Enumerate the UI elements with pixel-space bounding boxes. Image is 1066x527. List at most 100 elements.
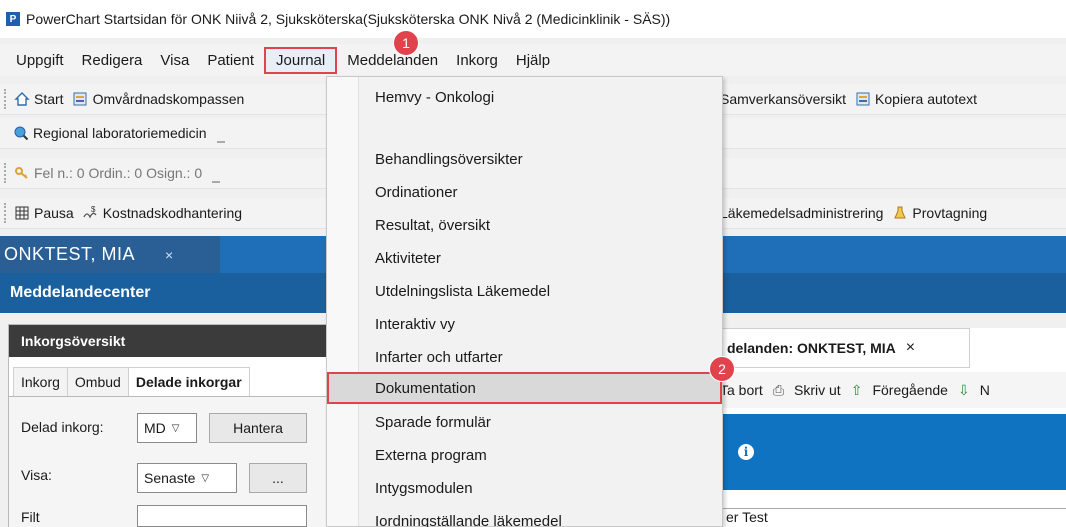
provtagning-label: Provtagning: [912, 205, 988, 221]
menu-item-hemvy-onkologi[interactable]: Hemvy - Onkologi: [327, 81, 722, 113]
status-counters[interactable]: Fel n.: 0 Ordin.: 0 Osign.: 0: [13, 165, 202, 182]
menu-patient[interactable]: Patient: [199, 48, 262, 73]
message-row[interactable]: er Test: [720, 508, 1066, 527]
printer-icon: ⎙: [772, 381, 785, 398]
tab-ombud[interactable]: Ombud: [66, 367, 129, 396]
menu-item-dokumentation[interactable]: Dokumentation: [327, 372, 722, 404]
menu-item-externa-program[interactable]: Externa program: [327, 439, 722, 471]
delad-inkorg-label: Delad inkorg:: [21, 419, 104, 435]
close-patient-tab-icon[interactable]: ×: [165, 247, 174, 263]
menu-inkorg[interactable]: Inkorg: [448, 48, 506, 73]
visa-label: Visa:: [21, 467, 52, 483]
search-globe-icon: [12, 125, 29, 142]
nasta-button[interactable]: N: [980, 382, 990, 398]
menu-item-interaktiv-vy[interactable]: Interaktiv vy: [327, 308, 722, 340]
menu-visa[interactable]: Visa: [152, 48, 197, 73]
menu-item-resultat-oversikt[interactable]: Resultat, översikt: [327, 209, 722, 241]
regional-laboratoriemedicin-button[interactable]: Regional laboratoriemedicin: [12, 125, 207, 142]
regional-laboratoriemedicin-label: Regional laboratoriemedicin: [33, 125, 207, 141]
patient-name: ONKTEST, MIA: [4, 244, 136, 264]
document-icon: [72, 91, 89, 108]
menu-item-iordningstallande[interactable]: Iordningställande läkemedel: [327, 505, 722, 527]
step-badge-1: 1: [393, 30, 419, 56]
toolbar-grip: [4, 203, 7, 223]
tab-delade-inkorgar[interactable]: Delade inkorgar: [127, 367, 250, 396]
arrow-up-icon: ⇧: [850, 381, 863, 398]
delad-inkorg-select[interactable]: MD ▽: [137, 413, 197, 443]
kopiera-autotext-label: Kopiera autotext: [875, 91, 978, 107]
filter-label: Filt: [21, 509, 40, 525]
menu-item-behandlingsoversikter[interactable]: Behandlingsöversikter: [327, 143, 722, 175]
start-button[interactable]: Start: [13, 91, 64, 108]
skriv-ut-button[interactable]: Skriv ut: [794, 382, 841, 398]
hantera-button[interactable]: Hantera: [209, 413, 307, 443]
menu-journal[interactable]: Journal: [264, 46, 338, 74]
chevron-down-icon: ▽: [171, 422, 180, 434]
menu-bar: Uppgift Redigera Visa Patient Journal Me…: [0, 44, 1066, 76]
toolbar-grip: [4, 163, 7, 183]
menu-item-sparade-formular[interactable]: Sparade formulär: [327, 406, 722, 438]
menu-item-ordinationer[interactable]: Ordinationer: [327, 176, 722, 208]
menu-meddelanden[interactable]: Meddelanden: [339, 48, 446, 73]
kopiera-autotext-button[interactable]: Kopiera autotext: [854, 91, 977, 108]
visa-select[interactable]: Senaste ▽: [137, 463, 237, 493]
menu-redigera[interactable]: Redigera: [74, 48, 151, 73]
menu-item-utdelningslista[interactable]: Utdelningslista Läkemedel: [327, 275, 722, 307]
filter-input[interactable]: [137, 505, 307, 527]
kostnadskodhantering-button[interactable]: $ Kostnadskodhantering: [82, 205, 242, 222]
ordin-count: Ordin.: 0: [88, 165, 143, 181]
omvardnadskompassen-label: Omvårdnadskompassen: [92, 91, 245, 107]
inbox-body: Delad inkorg: MD ▽ Hantera Visa: Senaste…: [9, 397, 327, 527]
toolbar4-right-group: Läkemedelsadministrering Provtagning: [720, 205, 995, 222]
lakemedelsadministrering-label: Läkemedelsadministrering: [720, 205, 884, 221]
start-label: Start: [34, 91, 64, 107]
grid-icon: [13, 205, 30, 222]
key-icon: [13, 165, 30, 182]
messages-toolbar: Ta bort ⎙ Skriv ut ⇧ Föregående ⇩ N: [720, 372, 1066, 408]
inbox-overview-panel: Inkorgsöversikt Inkorg Ombud Delade inko…: [8, 324, 328, 527]
svg-text:$: $: [91, 205, 96, 214]
menu-hjalp[interactable]: Hjälp: [508, 48, 558, 73]
provtagning-button[interactable]: Provtagning: [891, 205, 987, 222]
chevron-down-icon: ▽: [201, 472, 210, 484]
tab-inkorg[interactable]: Inkorg: [13, 367, 68, 396]
message-info-banner: i: [720, 414, 1066, 490]
samverkansoversikt-label: Samverkansöversikt: [720, 91, 847, 107]
document-icon: [854, 91, 871, 108]
more-options-button[interactable]: ...: [249, 463, 307, 493]
omvardnadskompassen-button[interactable]: Omvårdnadskompassen: [72, 91, 245, 108]
fel-count: Fel n.: 0: [34, 165, 85, 181]
cost-code-icon: $: [82, 205, 99, 222]
home-icon: [13, 91, 30, 108]
info-icon[interactable]: i: [738, 444, 754, 460]
toolbar-overflow[interactable]: [216, 123, 225, 143]
step-badge-2: 2: [709, 356, 735, 382]
menu-uppgift[interactable]: Uppgift: [8, 48, 72, 73]
lakemedelsadministrering-button[interactable]: Läkemedelsadministrering: [720, 205, 883, 221]
visa-value: Senaste: [144, 470, 196, 486]
messages-tab[interactable]: delanden: ONKTEST, MIA ×: [720, 328, 970, 368]
title-bar: P PowerChart Startsidan för ONK Niivå 2,…: [0, 0, 1066, 38]
patient-tab[interactable]: ONKTEST, MIA ×: [0, 236, 220, 273]
flask-icon: [891, 205, 908, 222]
menu-item-aktiviteter[interactable]: Aktiviteter: [327, 242, 722, 274]
osign-count: Osign.: 0: [146, 165, 203, 181]
pausa-button[interactable]: Pausa: [13, 205, 74, 222]
window-title: PowerChart Startsidan för ONK Niivå 2, S…: [26, 11, 671, 27]
ta-bort-button[interactable]: Ta bort: [720, 382, 763, 398]
messages-tab-label: delanden: ONKTEST, MIA: [727, 340, 896, 356]
close-icon[interactable]: ×: [906, 339, 915, 357]
powerchart-app-icon: P: [6, 12, 20, 26]
arrow-down-icon: ⇩: [957, 381, 970, 398]
messages-panel: delanden: ONKTEST, MIA × Ta bort ⎙ Skriv…: [720, 328, 1066, 527]
samverkansoversikt-button[interactable]: Samverkansöversikt: [720, 91, 846, 107]
inbox-tabs: Inkorg Ombud Delade inkorgar: [9, 357, 327, 397]
toolbar-overflow[interactable]: [212, 163, 221, 183]
toolbar1-right-group: Samverkansöversikt Kopiera autotext: [720, 91, 985, 108]
toolbar-grip: [4, 89, 7, 109]
menu-item-infarter-utfarter[interactable]: Infarter och utfarter: [327, 341, 722, 373]
inbox-overview-header: Inkorgsöversikt: [9, 325, 327, 357]
kostnadskodhantering-label: Kostnadskodhantering: [102, 205, 243, 221]
foregaende-button[interactable]: Föregående: [872, 382, 948, 398]
menu-item-intygsmodulen[interactable]: Intygsmodulen: [327, 472, 722, 504]
